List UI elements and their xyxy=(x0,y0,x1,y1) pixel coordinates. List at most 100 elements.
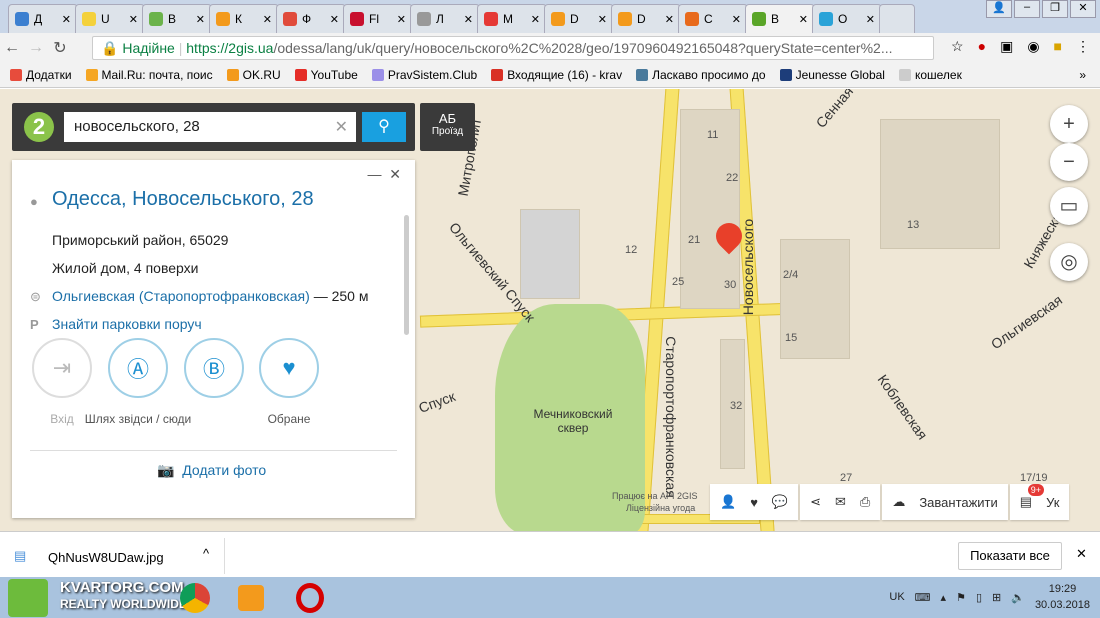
close-tab-icon[interactable]: ✕ xyxy=(732,13,741,26)
more-bookmarks[interactable]: » xyxy=(1079,68,1086,82)
close-tab-icon[interactable]: ✕ xyxy=(330,13,339,26)
network-icon[interactable]: ⊞ xyxy=(992,591,1001,604)
card-scrollbar[interactable] xyxy=(404,215,409,335)
minimize-button[interactable]: – xyxy=(1014,0,1040,18)
mail-icon[interactable]: ✉ xyxy=(835,494,846,510)
bookmark[interactable]: PravSistem.Club xyxy=(371,68,477,82)
close-tab-icon[interactable]: ✕ xyxy=(799,13,808,26)
user-icon[interactable]: 👤 xyxy=(720,494,736,510)
close-icon[interactable]: ✕ xyxy=(389,166,401,182)
extension-icon[interactable]: ◉ xyxy=(1027,38,1039,55)
browser-tab[interactable]: D ✕ xyxy=(544,4,614,33)
browser-tab[interactable]: Л ✕ xyxy=(410,4,480,33)
opera-icon[interactable] xyxy=(296,583,324,613)
close-tab-icon[interactable]: ✕ xyxy=(129,13,138,26)
bookmark[interactable]: YouTube xyxy=(294,68,358,82)
close-tab-icon[interactable]: ✕ xyxy=(866,13,875,26)
close-tab-icon[interactable]: ✕ xyxy=(196,13,205,26)
keyboard-icon[interactable]: ⌨ xyxy=(915,591,931,604)
close-icon[interactable]: ✕ xyxy=(1076,546,1087,562)
maximize-button[interactable]: ❐ xyxy=(1042,0,1068,18)
bookmark[interactable]: Jeunesse Global xyxy=(779,68,885,82)
media-player-icon[interactable] xyxy=(238,585,264,611)
clear-icon[interactable]: ✕ xyxy=(335,117,348,137)
browser-tab[interactable]: М ✕ xyxy=(477,4,547,33)
download-button[interactable]: ☁ Завантажити xyxy=(882,484,1008,520)
news-icon: ▤ 9+ xyxy=(1020,484,1045,510)
parking-link[interactable]: Знайти парковки поруч xyxy=(52,316,202,332)
close-tab-icon[interactable]: ✕ xyxy=(464,13,473,26)
geolocation-button[interactable]: ◎ xyxy=(1050,243,1088,281)
browser-tab[interactable]: Д ✕ xyxy=(8,4,78,33)
forward-icon[interactable]: → xyxy=(24,39,48,57)
license-link[interactable]: Ліцензійна угода xyxy=(626,503,695,513)
extension-icon[interactable]: ■ xyxy=(1054,38,1062,55)
share-icon[interactable]: ⋖ xyxy=(810,494,821,510)
bookmark[interactable]: Входящие (16) - krav xyxy=(491,68,622,82)
chrome-icon[interactable] xyxy=(180,583,210,613)
heart-icon[interactable]: ♥ xyxy=(750,495,758,510)
close-tab-icon[interactable]: ✕ xyxy=(665,13,674,26)
favorite-button[interactable]: ♥ Обране xyxy=(259,338,319,426)
bookmark-icon xyxy=(85,69,98,81)
browser-tab[interactable]: К ✕ xyxy=(209,4,279,33)
language-button[interactable]: ▤ 9+ Ук xyxy=(1009,484,1070,520)
browser-tab[interactable]: Fl ✕ xyxy=(343,4,413,33)
browser-tab[interactable]: С ✕ xyxy=(678,4,748,33)
profile-button[interactable]: 👤 xyxy=(986,0,1012,18)
battery-icon[interactable]: ▯ xyxy=(976,591,982,604)
search-input[interactable]: новосельского, 28 ✕ xyxy=(64,112,356,142)
back-icon[interactable]: ← xyxy=(0,39,24,57)
menu-icon[interactable]: ⋮ xyxy=(1076,38,1090,55)
new-tab-button[interactable] xyxy=(879,4,915,33)
bookmark[interactable]: Ласкаво просимо до xyxy=(636,68,766,82)
browser-tab[interactable]: В ✕ xyxy=(142,4,212,33)
zoom-out-button[interactable]: − xyxy=(1050,143,1088,181)
add-photo-button[interactable]: 📷 Додати фото xyxy=(157,462,266,479)
search-button[interactable]: ⚲ xyxy=(362,112,406,142)
route-from-to-button[interactable]: Ⓐ Шлях звідси / сюди xyxy=(85,338,191,426)
comment-icon[interactable]: 💬 xyxy=(772,494,788,510)
browser-tab[interactable]: U ✕ xyxy=(75,4,145,33)
tab-title: М xyxy=(503,12,513,26)
flag-icon[interactable]: ⚑ xyxy=(956,591,966,604)
reload-icon[interactable]: ↻ xyxy=(48,38,72,58)
language-indicator[interactable]: UK xyxy=(889,591,904,603)
show-all-button[interactable]: Показати все xyxy=(958,542,1062,570)
minimize-icon[interactable]: — xyxy=(367,166,381,182)
home-icon[interactable] xyxy=(8,579,48,617)
zoom-in-button[interactable]: + xyxy=(1050,105,1088,143)
tab-title: В xyxy=(168,12,177,26)
browser-tab[interactable]: О ✕ xyxy=(812,4,882,33)
clock[interactable]: 19:29 30.03.2018 xyxy=(1035,581,1090,613)
extension-icon[interactable]: ▣ xyxy=(1000,38,1013,55)
show-hidden-icon[interactable]: ▴ xyxy=(941,591,947,604)
url-input[interactable]: 🔒 Надійне | https://2gis.ua/odessa/lang/… xyxy=(92,36,934,60)
close-tab-icon[interactable]: ✕ xyxy=(263,13,272,26)
print-icon[interactable]: ⎙ xyxy=(860,494,870,510)
route-button[interactable]: AБ Проїзд xyxy=(420,103,475,151)
volume-icon[interactable]: 🔈 xyxy=(1011,591,1025,604)
ruler-button[interactable]: ▭ xyxy=(1050,187,1088,225)
2gis-logo[interactable]: 2 xyxy=(24,112,54,142)
bookmark[interactable]: Додатки xyxy=(10,68,72,82)
browser-tab[interactable]: D ✕ xyxy=(611,4,681,33)
adblock-icon[interactable]: ● xyxy=(978,38,986,55)
stop-link[interactable]: Ольгиевская (Старопортофранковская) xyxy=(52,288,310,304)
bookmark[interactable]: Mail.Ru: почта, поис xyxy=(85,68,213,82)
close-tab-icon[interactable]: ✕ xyxy=(598,13,607,26)
bookmark[interactable]: кошелек xyxy=(898,68,962,82)
close-tab-icon[interactable]: ✕ xyxy=(62,13,71,26)
bookmark[interactable]: OK.RU xyxy=(226,68,281,82)
chevron-up-icon[interactable]: ^ xyxy=(203,546,209,561)
star-icon[interactable]: ☆ xyxy=(951,38,964,55)
close-tab-icon[interactable]: ✕ xyxy=(397,13,406,26)
route-b-button[interactable]: Ⓑ xyxy=(184,338,244,398)
close-tab-icon[interactable]: ✕ xyxy=(531,13,540,26)
browser-tab[interactable]: В ✕ xyxy=(745,4,815,33)
close-window-button[interactable]: ✕ xyxy=(1070,0,1096,18)
map[interactable]: Ольгиевский Спуск Новосельского Старопор… xyxy=(0,89,1100,531)
favicon-icon xyxy=(752,12,766,26)
downloaded-file[interactable]: QhNusW8UDaw.jpg xyxy=(48,550,164,565)
browser-tab[interactable]: Ф ✕ xyxy=(276,4,346,33)
